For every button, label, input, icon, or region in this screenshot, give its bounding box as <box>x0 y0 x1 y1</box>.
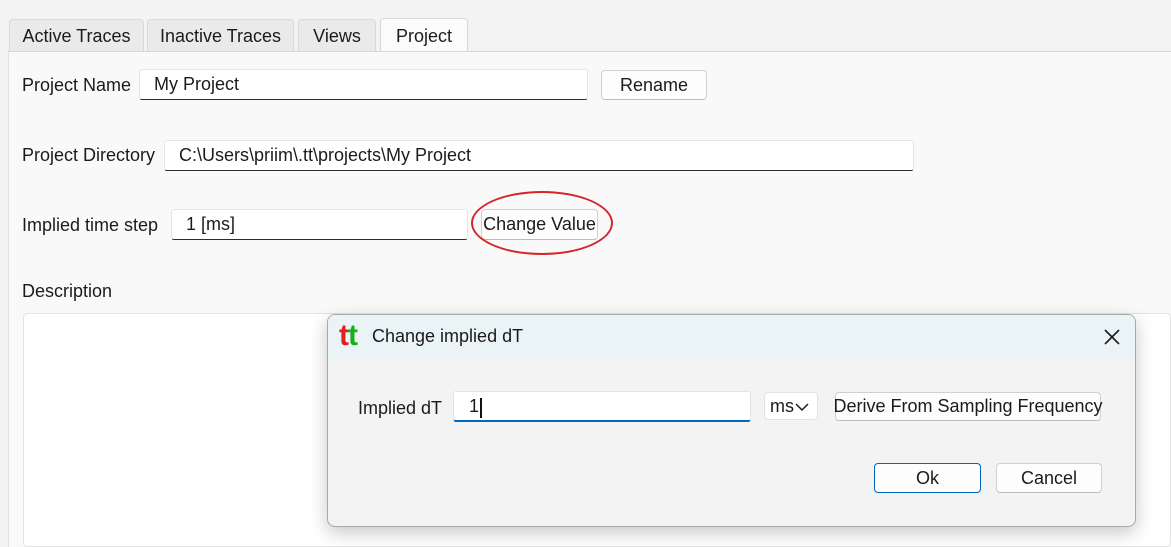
tab-views[interactable]: Views <box>298 19 376 52</box>
cancel-button[interactable]: Cancel <box>996 463 1102 493</box>
text-caret <box>480 398 482 418</box>
tab-bar: Active Traces Inactive Traces Views Proj… <box>0 0 1171 53</box>
implied-dt-label: Implied dT <box>358 398 443 418</box>
tt-logo-icon: tt <box>339 319 358 352</box>
project-name-label: Project Name <box>22 75 132 95</box>
tab-active-traces[interactable]: Active Traces <box>9 19 144 52</box>
close-icon[interactable] <box>1098 323 1126 351</box>
dialog-title: Change implied dT <box>372 326 524 346</box>
project-name-input[interactable]: My Project <box>139 69 588 100</box>
change-dt-dialog: tt Change implied dT Implied dT 1 ms Der… <box>327 314 1136 527</box>
dialog-titlebar[interactable]: tt Change implied dT <box>328 315 1135 359</box>
implied-dt-input[interactable]: 1 <box>453 391 751 422</box>
unit-select[interactable]: ms <box>764 392 818 420</box>
ok-button[interactable]: Ok <box>874 463 981 493</box>
time-step-label: Implied time step <box>22 215 159 235</box>
rename-button[interactable]: Rename <box>601 70 707 100</box>
derive-from-sampling-button[interactable]: Derive From Sampling Frequency <box>833 392 1103 421</box>
description-label: Description <box>22 281 113 301</box>
time-step-input[interactable]: 1 [ms] <box>171 209 468 240</box>
tab-project[interactable]: Project <box>380 18 468 53</box>
project-directory-input[interactable]: C:\Users\priim\.tt\projects\My Project <box>164 140 914 171</box>
project-directory-label: Project Directory <box>22 145 156 165</box>
highlight-ellipse <box>471 191 613 255</box>
unit-select-value: ms <box>770 395 794 416</box>
tab-inactive-traces[interactable]: Inactive Traces <box>147 19 294 52</box>
chevron-down-icon <box>795 403 809 412</box>
